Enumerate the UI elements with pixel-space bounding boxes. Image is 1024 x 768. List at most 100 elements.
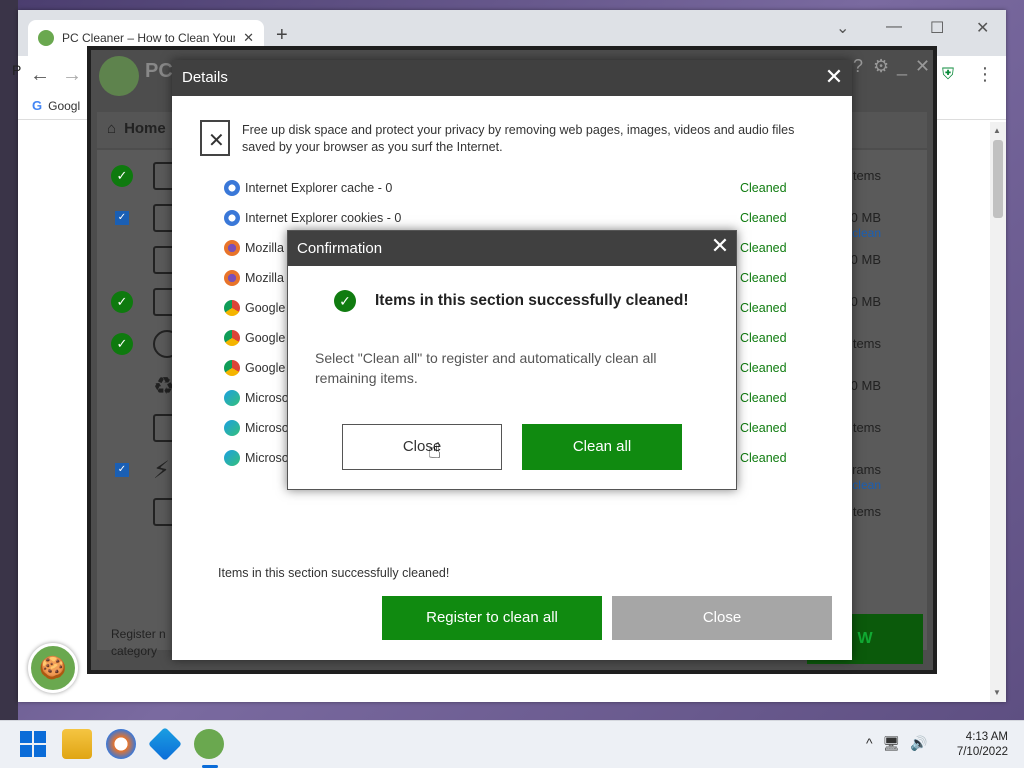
list-item: Internet Explorer cache - 0 Cleaned bbox=[224, 178, 804, 200]
firefox-icon bbox=[224, 240, 240, 256]
item-status: Cleaned bbox=[740, 241, 787, 255]
back-arrow-icon[interactable]: ← bbox=[30, 64, 50, 87]
windows-start-icon[interactable] bbox=[18, 729, 48, 759]
more-menu-icon[interactable]: ⋮ bbox=[976, 64, 994, 85]
forward-arrow-icon[interactable]: → bbox=[62, 64, 82, 87]
checkbox-icon[interactable]: ✓ bbox=[115, 463, 129, 477]
edge-icon bbox=[224, 390, 240, 406]
app-brand: PC bbox=[145, 60, 173, 82]
chevron-up-icon[interactable]: ^ bbox=[866, 735, 873, 752]
register-to-clean-all-button[interactable]: Register to clean all bbox=[382, 596, 602, 640]
chrome-icon bbox=[224, 360, 240, 376]
internet-explorer-icon bbox=[224, 180, 240, 196]
system-tray: ^ 🖥 🔊 bbox=[866, 735, 928, 752]
desktop-left-strip bbox=[0, 0, 18, 720]
row-value: items bbox=[849, 504, 881, 519]
details-close-icon[interactable]: ✕ bbox=[820, 60, 848, 96]
item-name: Internet Explorer cookies - 0 bbox=[245, 211, 402, 225]
internet-explorer-icon bbox=[224, 210, 240, 226]
item-name: Mozilla bbox=[245, 241, 284, 255]
row-value: items bbox=[849, 168, 881, 183]
item-name: Google bbox=[245, 301, 286, 315]
item-status: Cleaned bbox=[740, 301, 787, 315]
app-footer-text: Register n category bbox=[111, 626, 166, 660]
home-icon: ⌂ bbox=[107, 120, 117, 137]
row-value: items bbox=[849, 336, 881, 351]
item-status: Cleaned bbox=[740, 181, 787, 195]
row-value: 0 MB bbox=[850, 378, 881, 393]
item-name: Microso bbox=[245, 451, 289, 465]
tab-close-icon[interactable]: ✕ bbox=[243, 30, 254, 46]
item-name: Google bbox=[245, 331, 286, 345]
browser-taskbar-icon[interactable] bbox=[106, 729, 136, 759]
row-value: 0 MB bbox=[850, 294, 881, 309]
list-item: Internet Explorer cookies - 0 Cleaned bbox=[224, 208, 804, 230]
item-name: Microso bbox=[245, 391, 289, 405]
clock-time: 4:13 AM bbox=[965, 731, 1008, 743]
checkbox-icon[interactable]: ✓ bbox=[115, 211, 129, 225]
item-status: Cleaned bbox=[740, 391, 787, 405]
shield-extension-icon[interactable]: ⛨ bbox=[942, 66, 954, 84]
scrollbar-thumb[interactable] bbox=[993, 140, 1003, 218]
success-check-icon: ✓ bbox=[334, 290, 356, 312]
item-status: Cleaned bbox=[740, 421, 787, 435]
nav-home-label: Home bbox=[124, 120, 166, 137]
app-taskbar-icon[interactable] bbox=[148, 727, 182, 761]
app-minimize-icon[interactable]: _ bbox=[897, 56, 907, 77]
checkmark-icon: ✓ bbox=[111, 165, 133, 187]
hand-cursor-icon: ☝ bbox=[428, 438, 442, 463]
item-name: Mozilla bbox=[245, 271, 284, 285]
scroll-up-icon[interactable]: ▲ bbox=[993, 126, 1001, 135]
confirmation-title: Confirmation bbox=[288, 231, 736, 266]
clean-all-button[interactable]: Clean all bbox=[522, 424, 682, 470]
minimize-icon[interactable]: — bbox=[886, 18, 902, 36]
firefox-icon bbox=[224, 270, 240, 286]
item-status: Cleaned bbox=[740, 331, 787, 345]
item-status: Cleaned bbox=[740, 271, 787, 285]
tab-title: PC Cleaner – How to Clean Your bbox=[62, 31, 236, 45]
item-status: Cleaned bbox=[740, 361, 787, 375]
bookmark-google[interactable]: G Googl bbox=[32, 98, 80, 113]
app-close-icon[interactable]: ✕ bbox=[915, 56, 930, 77]
pc-cleaner-taskbar-icon[interactable] bbox=[194, 729, 224, 759]
nav-home[interactable]: ⌂ Home bbox=[107, 120, 166, 137]
maximize-icon[interactable]: ☐ bbox=[930, 18, 944, 38]
clock[interactable]: 4:13 AM 7/10/2022 bbox=[948, 730, 1008, 760]
item-name: Internet Explorer cache - 0 bbox=[245, 181, 393, 195]
footer-line: category bbox=[111, 644, 158, 658]
item-name: Microso bbox=[245, 421, 289, 435]
confirmation-dialog: Confirmation ✕ ✓ Items in this section s… bbox=[287, 230, 737, 490]
chevron-down-icon[interactable]: ⌄ bbox=[836, 18, 849, 38]
confirmation-close-icon[interactable]: ✕ bbox=[706, 231, 734, 266]
scroll-down-icon[interactable]: ▼ bbox=[993, 688, 1001, 697]
item-name: Google bbox=[245, 361, 286, 375]
details-close-button[interactable]: Close bbox=[612, 596, 832, 640]
row-value: 0 MB bbox=[850, 252, 881, 267]
scrollbar[interactable]: ▲ ▼ bbox=[990, 122, 1006, 702]
edge-icon bbox=[224, 450, 240, 466]
taskbar: ^ 🖥 🔊 4:13 AM 7/10/2022 bbox=[0, 720, 1024, 768]
pc-cleaner-favicon-icon bbox=[38, 30, 54, 46]
help-icon[interactable]: ? bbox=[853, 56, 863, 77]
item-status: Cleaned bbox=[740, 451, 787, 465]
network-icon[interactable]: 🖥 bbox=[883, 735, 901, 752]
footer-line: Register n bbox=[111, 627, 166, 641]
file-explorer-icon[interactable] bbox=[62, 729, 92, 759]
confirmation-body: Select "Clean all" to register and autom… bbox=[315, 350, 657, 386]
page-letter: P bbox=[12, 62, 22, 78]
cookie-settings-icon[interactable]: 🍪 bbox=[28, 643, 78, 693]
gear-icon[interactable]: ⚙ bbox=[873, 56, 889, 77]
details-title: Details bbox=[172, 60, 852, 96]
chrome-icon bbox=[224, 330, 240, 346]
volume-icon[interactable]: 🔊 bbox=[910, 735, 927, 752]
new-tab-button[interactable]: + bbox=[276, 24, 288, 47]
window-close-icon[interactable]: ✕ bbox=[976, 18, 989, 38]
document-x-icon: ✕ bbox=[200, 120, 230, 156]
row-value: items bbox=[849, 420, 881, 435]
confirmation-close-button[interactable]: Close bbox=[342, 424, 502, 470]
edge-icon bbox=[224, 420, 240, 436]
checkmark-icon: ✓ bbox=[111, 333, 133, 355]
chrome-icon bbox=[224, 300, 240, 316]
app-logo-icon bbox=[99, 56, 139, 96]
checkmark-icon: ✓ bbox=[111, 291, 133, 313]
